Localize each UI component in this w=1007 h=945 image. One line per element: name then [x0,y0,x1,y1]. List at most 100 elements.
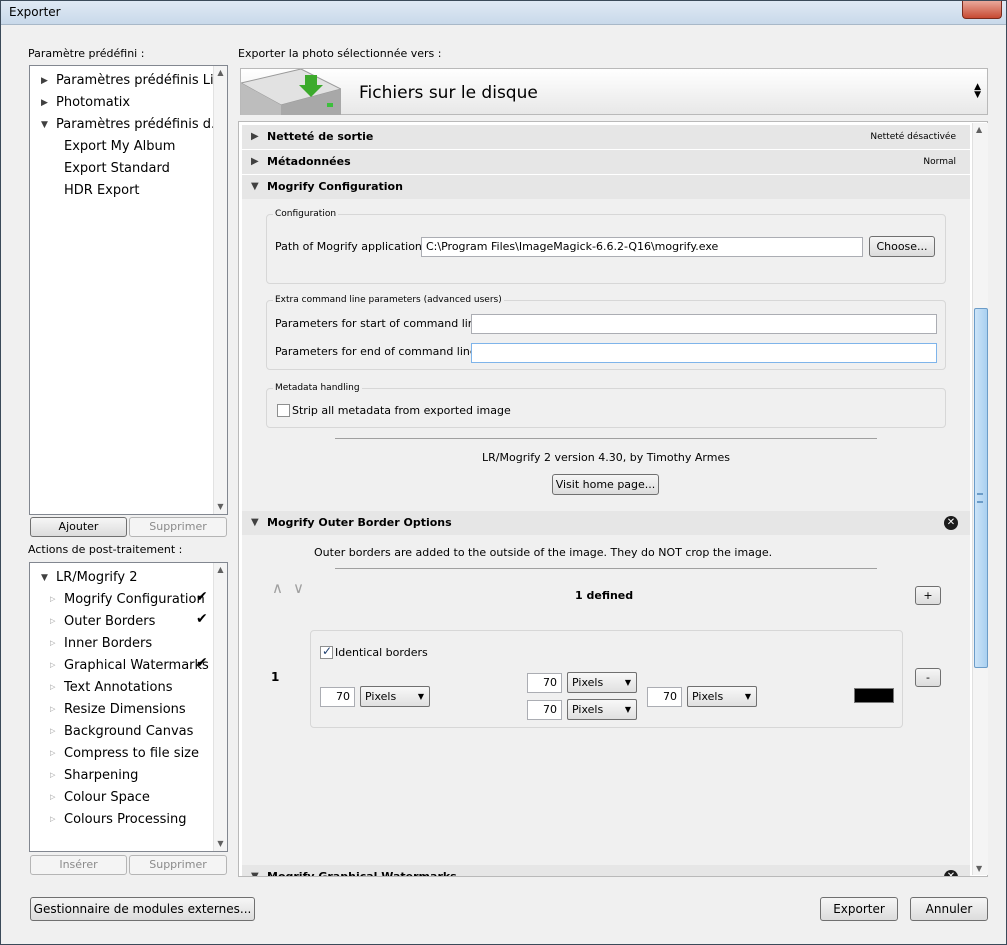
post-item-colours-processing[interactable]: Colours Processing [64,812,187,827]
border-color-swatch[interactable] [854,688,894,703]
post-item-mogrify-configuration[interactable]: Mogrify Configuration [64,592,205,607]
scroll-down-icon[interactable]: ▼ [214,837,227,851]
section-title: Netteté de sortie [267,130,374,143]
preset-item[interactable]: Export Standard [64,161,170,176]
expand-triangle-icon[interactable]: ▶ [251,125,259,149]
post-item-inner-borders[interactable]: Inner Borders [64,636,152,651]
border-row-number: 1 [271,670,280,684]
collapse-triangle-icon[interactable]: ▼ [251,175,259,199]
post-item-colour-space[interactable]: Colour Space [64,790,150,805]
choose-button[interactable]: Choose... [869,236,935,257]
expand-triangle-icon[interactable]: ▶ [251,150,259,174]
version-text: LR/Mogrify 2 version 4.30, by Timothy Ar… [482,451,730,464]
post-item-outer-borders[interactable]: Outer Borders [64,614,155,629]
start-params-label: Parameters for start of command line: [275,317,486,330]
hard-drive-icon [241,69,341,115]
border-definition-box: Identical borders 70 Pixels▼ 70 Pixels▼ … [310,630,903,728]
scroll-down-icon[interactable]: ▼ [976,864,982,873]
settings-scrollbar[interactable]: ▲ ▼ [972,123,988,875]
top-border-unit-select[interactable]: Pixels ▼ [567,672,637,693]
mogrify-path-input[interactable]: C:\Program Files\ImageMagick-6.6.2-Q16\m… [421,237,863,257]
scroll-up-icon[interactable]: ▲ [976,125,982,134]
section-output-sharpening[interactable]: ▶ Netteté de sortie Netteté désactivée [242,125,970,149]
group-title: Extra command line parameters (advanced … [273,295,504,305]
mogrify-configuration-body: Configuration Path of Mogrify applicatio… [242,199,970,511]
item-triangle-icon: ▷ [50,683,56,691]
preset-item[interactable]: HDR Export [64,183,140,198]
dropdown-arrow-icon: ▼ [624,705,631,714]
post-item-background-canvas[interactable]: Background Canvas [64,724,193,739]
destination-selector[interactable]: Fichiers sur le disque ▲ ▼ [240,68,988,115]
post-processing-scrollbar[interactable]: ▲ ▼ [213,563,227,851]
collapse-triangle-icon[interactable]: ▼ [251,865,259,876]
post-item-graphical-watermarks[interactable]: Graphical Watermarks [64,658,209,673]
collapse-triangle-icon[interactable]: ▼ [41,120,48,130]
group-title: Metadata handling [273,383,362,393]
section-summary: Normal [923,157,956,167]
plugin-manager-button[interactable]: Gestionnaire de modules externes... [30,897,255,921]
section-outer-border-options[interactable]: ▼ Mogrify Outer Border Options ✕ [242,511,970,535]
section-graphical-watermarks[interactable]: ▼ Mogrify Graphical Watermarks ✕ [242,865,970,876]
remove-border-button[interactable]: - [915,668,941,687]
bottom-border-unit-select[interactable]: Pixels ▼ [567,699,637,720]
preset-scrollbar[interactable]: ▲ ▼ [213,66,227,514]
export-to-label: Exporter la photo sélectionnée vers : [238,47,442,60]
post-item-resize-dimensions[interactable]: Resize Dimensions [64,702,186,717]
export-settings-panel: ▶ Netteté de sortie Netteté désactivée ▶… [238,121,988,877]
post-item-text-annotations[interactable]: Text Annotations [64,680,173,695]
window-close-button[interactable] [962,1,1002,19]
item-triangle-icon: ▷ [50,617,56,625]
item-triangle-icon: ▷ [50,639,56,647]
expand-triangle-icon[interactable]: ▶ [41,76,48,86]
collapse-triangle-icon[interactable]: ▼ [251,511,259,535]
strip-metadata-label: Strip all metadata from exported image [292,404,511,417]
scroll-down-icon[interactable]: ▼ [214,500,227,514]
section-metadata[interactable]: ▶ Métadonnées Normal [242,150,970,174]
insert-action-button[interactable]: Insérer [30,855,127,875]
bottom-border-input[interactable]: 70 [527,700,562,720]
close-section-icon[interactable]: ✕ [944,516,958,530]
item-triangle-icon: ▷ [50,661,56,669]
metadata-handling-group: Metadata handling Strip all metadata fro… [266,383,946,428]
expand-triangle-icon[interactable]: ▶ [41,98,48,108]
divider [335,568,877,569]
left-border-input[interactable]: 70 [320,687,355,707]
preset-item[interactable]: Export My Album [64,139,175,154]
preset-folder-user[interactable]: Paramètres prédéfinis d... [56,117,223,132]
section-mogrify-configuration[interactable]: ▼ Mogrify Configuration [242,175,970,199]
configuration-group: Configuration Path of Mogrify applicatio… [266,209,946,284]
section-summary: Netteté désactivée [870,132,956,142]
select-value: Pixels [365,690,397,703]
post-item-sharpening[interactable]: Sharpening [64,768,138,783]
export-dialog: Exporter Paramètre prédéfini : ▶ Paramèt… [0,0,1007,945]
scroll-up-icon[interactable]: ▲ [214,563,227,577]
strip-metadata-checkbox[interactable] [277,404,290,417]
export-button[interactable]: Exporter [820,897,898,921]
scrollbar-thumb[interactable] [974,308,988,668]
move-down-icon[interactable]: ∨ [293,579,304,597]
collapse-triangle-icon[interactable]: ▼ [41,573,48,583]
preset-folder-lightroom[interactable]: Paramètres prédéfinis Li... [56,73,226,88]
cancel-button[interactable]: Annuler [910,897,988,921]
right-border-unit-select[interactable]: Pixels ▼ [687,686,757,707]
preset-folder-photomatix[interactable]: Photomatix [56,95,130,110]
section-title: Mogrify Outer Border Options [267,516,452,529]
scroll-up-icon[interactable]: ▲ [214,66,227,80]
post-item-compress-to-file-size[interactable]: Compress to file size [64,746,199,761]
move-up-icon[interactable]: ∧ [272,579,283,597]
visit-home-page-button[interactable]: Visit home page... [552,474,659,495]
left-border-unit-select[interactable]: Pixels ▼ [360,686,430,707]
post-processing-list[interactable]: ▼ LR/Mogrify 2 ▷ Mogrify Configuration ✔… [29,562,228,852]
right-border-input[interactable]: 70 [647,687,682,707]
close-section-icon[interactable]: ✕ [944,870,958,876]
add-border-button[interactable]: + [915,586,941,605]
identical-borders-checkbox[interactable] [320,644,333,659]
post-root-item[interactable]: LR/Mogrify 2 [56,570,137,585]
top-border-input[interactable]: 70 [527,673,562,693]
start-params-input[interactable] [471,314,937,334]
remove-action-button[interactable]: Supprimer [129,855,227,875]
remove-preset-button[interactable]: Supprimer [129,517,227,537]
end-params-input[interactable] [471,343,937,363]
preset-list[interactable]: ▶ Paramètres prédéfinis Li... ▶ Photomat… [29,65,228,515]
add-preset-button[interactable]: Ajouter [30,517,127,537]
